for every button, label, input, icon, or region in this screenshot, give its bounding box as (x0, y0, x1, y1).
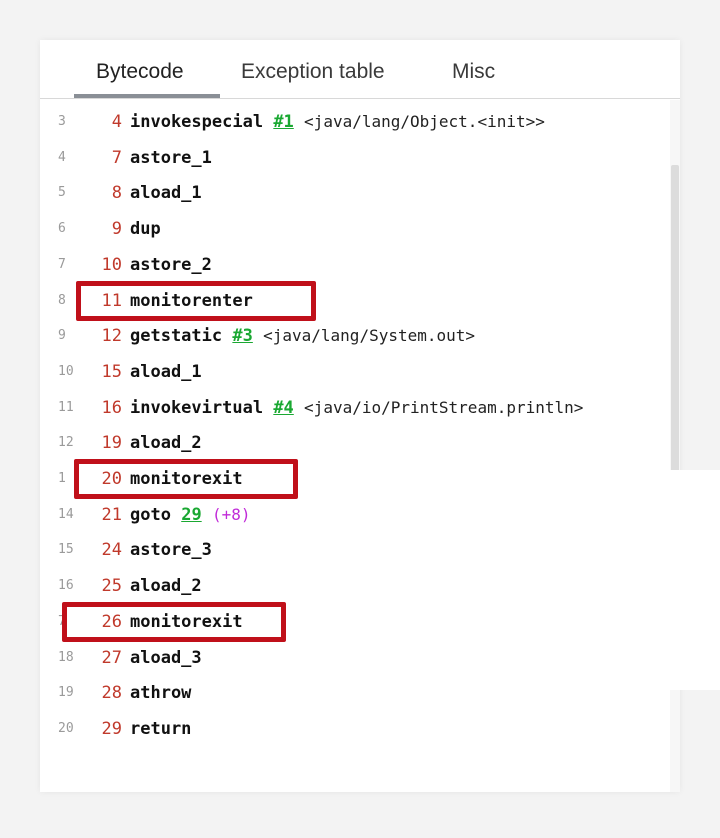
opcode: astore_2 (130, 254, 212, 275)
bytecode-row: 14 21 goto 29 (+8) (40, 501, 660, 529)
bytecode-row: 19 28 athrow (40, 679, 660, 707)
instruction: aload_1 (130, 179, 202, 207)
bytecode-row: 15 24 astore_3 (40, 536, 660, 564)
bytecode-offset: 16 (101, 397, 122, 418)
instruction: invokevirtual #4 <java/io/PrintStream.pr… (130, 394, 583, 422)
line-number: 11 (58, 399, 74, 415)
bytecode-row: 3 4 invokespecial #1 <java/lang/Object.<in… (40, 108, 660, 136)
line-number: 7 (58, 256, 66, 272)
line-number: 12 (58, 435, 74, 451)
opcode: aload_1 (130, 183, 202, 204)
opcode: dup (130, 219, 161, 240)
highlight-box (62, 601, 286, 642)
instruction: astore_1 (130, 144, 212, 172)
bytecode-offset: 15 (101, 361, 122, 382)
opcode: athrow (130, 683, 192, 704)
line-number: 4 (58, 149, 66, 165)
bytecode-offset: 25 (101, 576, 122, 597)
opcode: goto (130, 504, 171, 525)
bytecode-offset: 21 (101, 504, 122, 525)
bytecode-row: 5 8 aload_1 (40, 179, 660, 207)
bytecode-offset: 8 (111, 183, 122, 204)
instruction-argument: <java/lang/System.out> (263, 326, 476, 346)
bytecode-offset: 9 (111, 219, 122, 240)
bytecode-row: 12 19 aload_2 (40, 429, 660, 457)
bytecode-offset: 29 (101, 718, 122, 739)
line-number: 19 (58, 685, 74, 701)
tab-bar: Bytecode Exception table Misc (40, 40, 680, 99)
line-number: 20 (58, 720, 74, 736)
tab-misc[interactable]: Misc (452, 60, 495, 84)
bytecode-offset: 24 (101, 540, 122, 561)
instruction: goto 29 (+8) (130, 501, 250, 529)
highlight-box (76, 280, 316, 321)
bytecode-viewer-panel: Bytecode Exception table Misc 3 4 invokesp… (40, 40, 680, 792)
bytecode-offset: 27 (101, 647, 122, 668)
tab-bytecode[interactable]: Bytecode (96, 60, 184, 84)
instruction: dup (130, 215, 161, 243)
relative-jump-offset: (+8) (211, 504, 251, 524)
tab-exception-table[interactable]: Exception table (241, 60, 385, 84)
instruction: aload_2 (130, 429, 202, 457)
line-number: 10 (58, 363, 74, 379)
bytecode-offset: 7 (111, 147, 122, 168)
opcode: astore_3 (130, 540, 212, 561)
opcode: getstatic (130, 326, 223, 347)
bytecode-row: 16 25 aload_2 (40, 572, 660, 600)
opcode: invokevirtual (130, 397, 264, 418)
instruction: aload_1 (130, 358, 202, 386)
opcode: aload_3 (130, 647, 202, 668)
line-number: 8 (58, 292, 66, 308)
background-patch (670, 470, 720, 690)
constant-pool-reference-link[interactable]: 29 (181, 505, 201, 525)
line-number: 16 (58, 578, 74, 594)
line-number: 3 (58, 114, 66, 129)
bytecode-row: 6 9 dup (40, 215, 660, 243)
instruction: return (130, 715, 191, 743)
opcode: invokespecial (130, 112, 264, 132)
instruction-argument: <java/lang/Object.<init>> (304, 112, 545, 131)
opcode: astore_1 (130, 147, 212, 168)
bytecode-row: 10 15 aload_1 (40, 358, 660, 386)
bytecode-row: 9 12 getstatic #3 <java/lang/System.out> (40, 322, 660, 350)
line-number: 6 (58, 221, 66, 237)
bytecode-row: 11 16 invokevirtual #4 <java/io/PrintStrea… (40, 394, 660, 422)
instruction: aload_2 (130, 572, 202, 600)
line-number: 15 (58, 542, 74, 558)
opcode: aload_2 (130, 433, 202, 454)
instruction: aload_3 (130, 644, 202, 672)
instruction: athrow (130, 679, 191, 707)
opcode: aload_1 (130, 361, 202, 382)
bytecode-row: 18 27 aload_3 (40, 644, 660, 672)
bytecode-row: 4 7 astore_1 (40, 144, 660, 172)
line-number: 5 (58, 185, 66, 201)
constant-pool-reference-link[interactable]: #3 (232, 326, 252, 346)
bytecode-offset: 10 (101, 254, 122, 275)
constant-pool-reference-link[interactable]: #4 (273, 398, 293, 418)
bytecode-offset: 4 (111, 112, 122, 132)
instruction-argument: <java/io/PrintStream.println> (304, 397, 584, 417)
constant-pool-reference-link[interactable]: #1 (273, 112, 293, 132)
instruction: getstatic #3 <java/lang/System.out> (130, 322, 475, 350)
line-number: 18 (58, 649, 74, 665)
active-tab-indicator (74, 94, 220, 98)
instruction: invokespecial #1 <java/lang/Object.<init… (130, 108, 545, 136)
bytecode-offset: 12 (101, 326, 122, 347)
line-number: 14 (58, 506, 74, 522)
bytecode-row: 7 10 astore_2 (40, 251, 660, 279)
opcode: return (130, 718, 192, 739)
instruction: astore_2 (130, 251, 212, 279)
bytecode-row: 20 29 return (40, 715, 660, 743)
opcode: aload_2 (130, 576, 202, 597)
line-number: 9 (58, 328, 66, 344)
highlight-box (74, 459, 298, 499)
bytecode-offset: 28 (101, 683, 122, 704)
instruction: astore_3 (130, 536, 212, 564)
bytecode-offset: 19 (101, 433, 122, 454)
